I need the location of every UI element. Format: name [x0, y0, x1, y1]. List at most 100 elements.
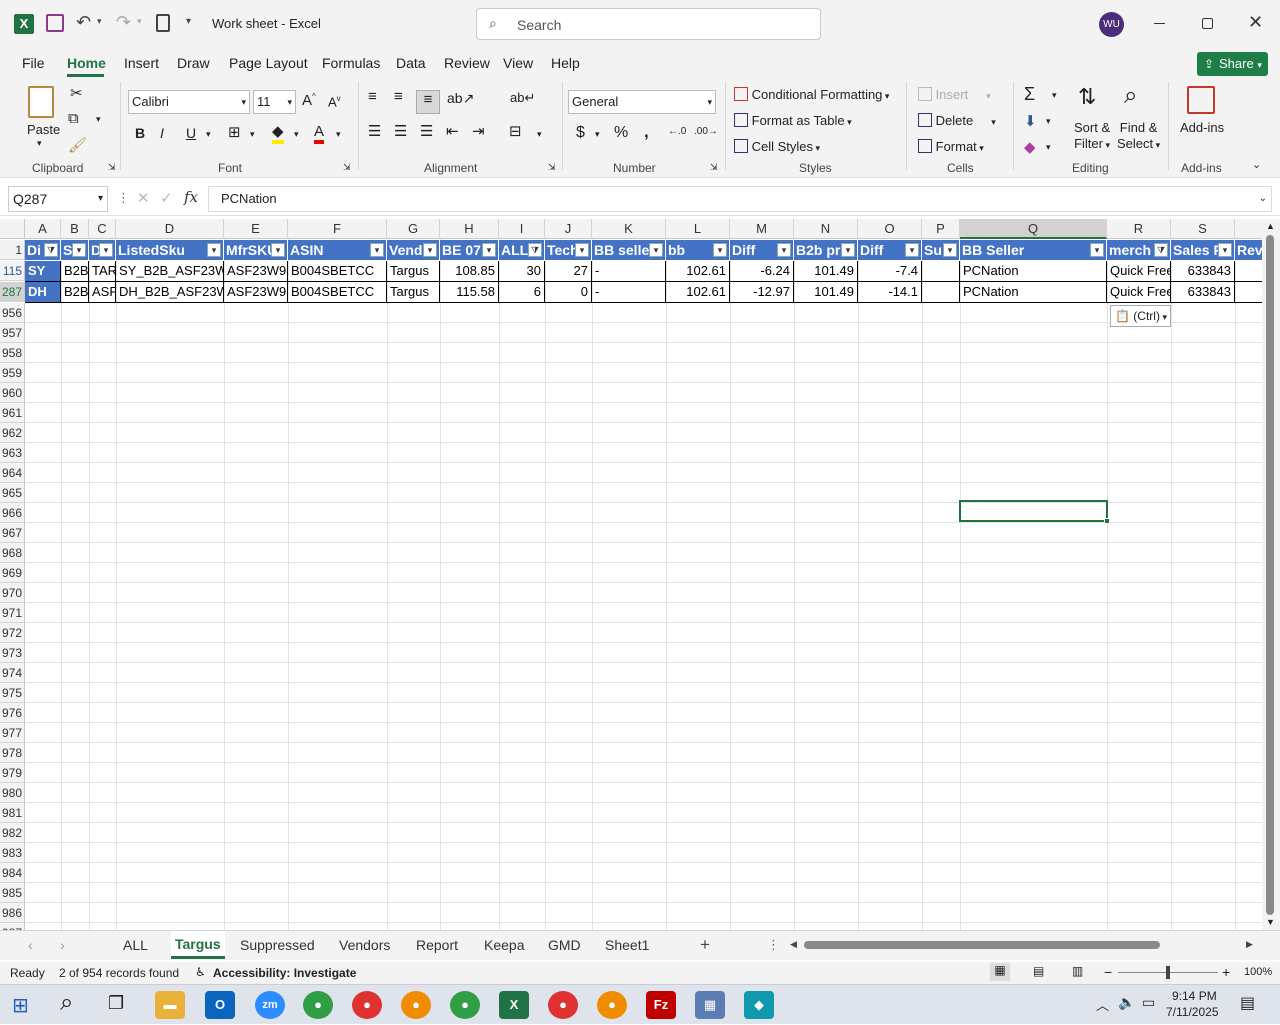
worksheet-grid[interactable]: ABCDEFGHIJKLMNOPQRS 1 Di ⧩ S ▾ D ▾ ListedSku ▾ Mf…: [0, 219, 1262, 930]
italic-icon[interactable]: I: [160, 125, 164, 141]
paste-dropdown-icon[interactable]: ▾: [37, 138, 42, 149]
table-cell[interactable]: SY_B2B_ASF23W9: [116, 261, 224, 282]
hscroll-left-icon[interactable]: ◀: [790, 939, 797, 950]
row-header[interactable]: 1: [0, 240, 25, 260]
row-header[interactable]: 966: [0, 503, 25, 523]
row-header[interactable]: 979: [0, 763, 25, 783]
underline-dropdown-icon[interactable]: ▾: [206, 129, 211, 140]
taskbar-search-icon[interactable]: ⌕: [60, 989, 73, 1017]
tab-review[interactable]: Review: [444, 55, 490, 71]
row-header[interactable]: 976: [0, 703, 25, 723]
zoom-in-icon[interactable]: +: [1222, 964, 1230, 980]
scroll-thumb[interactable]: [1266, 235, 1274, 915]
decrease-font-icon[interactable]: Av: [328, 94, 341, 109]
table-cell[interactable]: -12.97: [730, 282, 794, 303]
sheet-tab-keepa[interactable]: Keepa: [484, 937, 524, 953]
table-cell[interactable]: 27: [545, 261, 592, 282]
sheet-tab-sheet1[interactable]: Sheet1: [605, 937, 649, 953]
fill-dropdown-icon[interactable]: ▾: [1046, 116, 1051, 127]
borders-icon[interactable]: ⊞: [228, 123, 241, 141]
table-cell[interactable]: PCNation: [960, 261, 1107, 282]
column-header-K[interactable]: K: [592, 219, 666, 239]
tab-help[interactable]: Help: [551, 55, 580, 71]
vertical-scrollbar[interactable]: ▲ ▼: [1262, 219, 1280, 930]
table-cell[interactable]: [1235, 282, 1262, 303]
filter-dropdown-icon[interactable]: ▾: [841, 243, 855, 257]
fill-handle[interactable]: [1104, 518, 1110, 524]
notifications-icon[interactable]: ▤: [1240, 993, 1255, 1013]
windows-start-icon[interactable]: ⊞: [12, 993, 29, 1018]
insert-function-icon[interactable]: fx: [184, 188, 198, 206]
row-header[interactable]: 981: [0, 803, 25, 823]
paste-icon[interactable]: [28, 86, 54, 118]
column-header-Q[interactable]: Q: [960, 219, 1107, 239]
table-cell[interactable]: PCNation: [960, 282, 1107, 303]
cut-icon[interactable]: ✂: [70, 84, 83, 102]
show-hidden-icons[interactable]: ︿: [1096, 995, 1109, 1014]
table-header-cell[interactable]: ASIN ▾: [288, 240, 387, 260]
horizontal-scrollbar-thumb[interactable]: [804, 941, 1160, 949]
align-right-icon[interactable]: ☰: [420, 122, 433, 140]
table-cell[interactable]: DH: [25, 282, 61, 303]
table-header-cell[interactable]: MfrSKU ▾: [224, 240, 288, 260]
middle-align-icon[interactable]: ≡: [394, 88, 403, 105]
column-header-H[interactable]: H: [440, 219, 499, 239]
table-header-cell[interactable]: Di ⧩: [25, 240, 61, 260]
table-cell[interactable]: B004SBETCC: [288, 261, 387, 282]
row-header[interactable]: 973: [0, 643, 25, 663]
scroll-down-icon[interactable]: ▼: [1266, 917, 1275, 927]
table-header-cell[interactable]: ALL ⧩: [499, 240, 545, 260]
calculator-icon[interactable]: [156, 14, 170, 32]
orientation-icon[interactable]: ab↗: [447, 90, 474, 107]
column-header-N[interactable]: N: [794, 219, 858, 239]
column-header-R[interactable]: R: [1107, 219, 1171, 239]
table-header-cell[interactable]: Sales R ▾: [1171, 240, 1235, 260]
undo-icon[interactable]: ↶: [76, 12, 91, 33]
format-painter-icon[interactable]: 🖌: [68, 136, 87, 154]
row-header[interactable]: 963: [0, 443, 25, 463]
column-header-E[interactable]: E: [224, 219, 288, 239]
task-view-icon[interactable]: ❐: [108, 993, 124, 1014]
table-cell[interactable]: B2B: [61, 261, 89, 282]
table-header-cell[interactable]: Tech ▾: [545, 240, 592, 260]
underline-icon[interactable]: U: [186, 125, 196, 141]
tab-home[interactable]: Home: [67, 55, 106, 71]
app-diamond-icon[interactable]: ◆: [744, 991, 774, 1019]
restore-icon[interactable]: [1202, 18, 1213, 29]
row-header[interactable]: 972: [0, 623, 25, 643]
table-cell[interactable]: 115.58: [440, 282, 499, 303]
column-header-D[interactable]: D: [116, 219, 224, 239]
row-header[interactable]: 965: [0, 483, 25, 503]
cancel-entry-icon[interactable]: ✕: [137, 189, 150, 207]
table-cell[interactable]: -14.1: [858, 282, 922, 303]
increase-font-icon[interactable]: A^: [302, 92, 316, 109]
table-cell[interactable]: ASF23W9U: [224, 282, 288, 303]
table-cell[interactable]: Quick Free: [1107, 261, 1171, 282]
table-cell[interactable]: TAR: [89, 261, 116, 282]
filter-applied-icon[interactable]: ⧩: [528, 243, 542, 257]
tab-insert[interactable]: Insert: [124, 55, 159, 71]
fill-color-icon[interactable]: ◆: [272, 122, 284, 144]
table-cell[interactable]: 633843: [1171, 282, 1235, 303]
table-header-cell[interactable]: bb ▾: [666, 240, 730, 260]
table-cell[interactable]: B004SBETCC: [288, 282, 387, 303]
table-cell[interactable]: Quick Free: [1107, 282, 1171, 303]
select-all-corner[interactable]: [0, 219, 25, 239]
table-cell[interactable]: -: [592, 282, 666, 303]
expand-formula-bar-icon[interactable]: ⌄: [1259, 187, 1267, 211]
tab-file[interactable]: File: [22, 55, 45, 71]
table-header-cell[interactable]: D ▾: [89, 240, 116, 260]
table-header-cell[interactable]: Diff ▾: [730, 240, 794, 260]
clipboard-launcher-icon[interactable]: ⇲: [108, 162, 116, 173]
table-cell[interactable]: SY: [25, 261, 61, 282]
prev-sheet-icon[interactable]: ‹: [28, 937, 33, 953]
tab-split-handle-icon[interactable]: ⋮: [767, 937, 780, 953]
table-cell[interactable]: ASF: [89, 282, 116, 303]
row-header[interactable]: 287: [0, 282, 25, 302]
table-cell[interactable]: -7.4: [858, 261, 922, 282]
table-cell[interactable]: 102.61: [666, 261, 730, 282]
filter-dropdown-icon[interactable]: ▾: [943, 243, 957, 257]
format-cells-button[interactable]: Format ▾: [918, 139, 984, 154]
table-header-cell[interactable]: merch ⧩: [1107, 240, 1171, 260]
taskbar-time[interactable]: 9:14 PM: [1172, 989, 1217, 1003]
